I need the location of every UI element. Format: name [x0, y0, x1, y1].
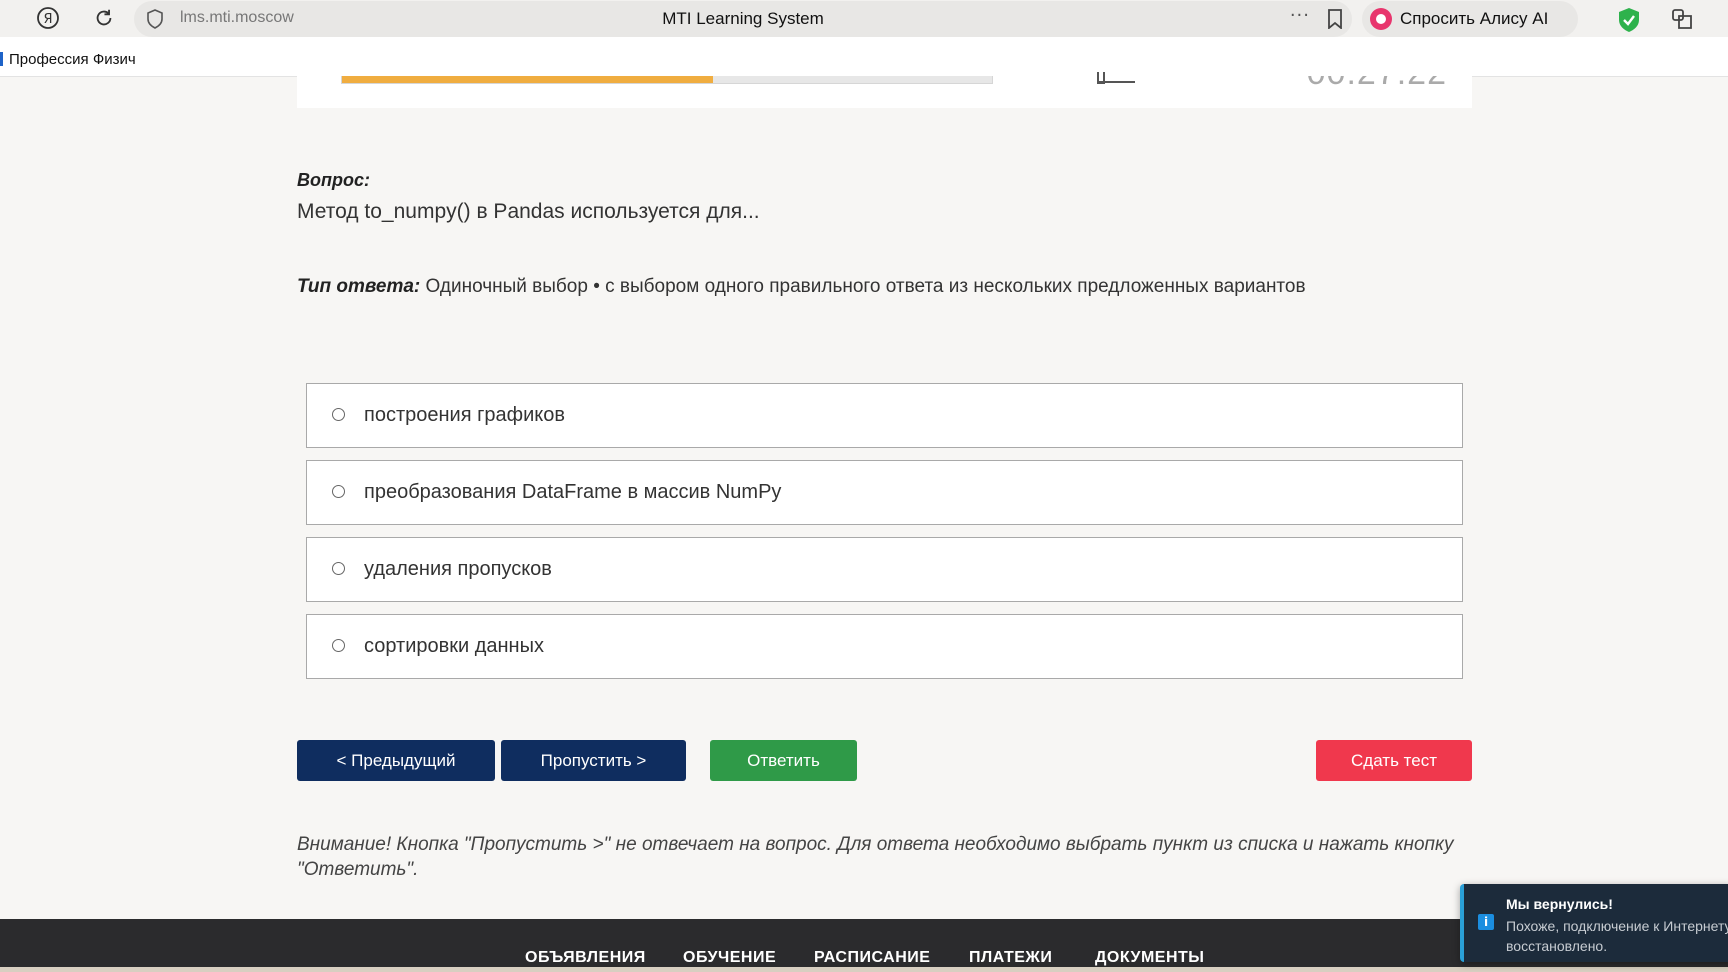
tab-title: MTI Learning System [662, 9, 824, 28]
ask-alice-button[interactable]: Спросить Алису AI [1362, 1, 1578, 37]
question-label: Вопрос: [297, 170, 370, 190]
radio-button[interactable] [332, 639, 345, 652]
answer-option[interactable]: удаления пропусков [306, 537, 1463, 602]
toast-text: Похоже, подключение к Интернету восстано… [1506, 918, 1728, 954]
option-label: удаления пропусков [364, 558, 552, 580]
radio-button[interactable] [332, 408, 345, 421]
bookmarks-bar: Профессия Физич [0, 37, 1728, 77]
info-icon: i [1478, 914, 1494, 930]
answer-option[interactable]: сортировки данных [306, 614, 1463, 679]
answer-type-text: Одиночный выбор • с выбором одного прави… [420, 276, 1306, 297]
footer-link-payments[interactable]: ПЛАТЕЖИ [969, 949, 1052, 967]
connection-toast[interactable]: i Мы вернулись! Похоже, подключение к Ин… [1460, 884, 1728, 962]
previous-button[interactable]: < Предыдущий [297, 740, 495, 781]
question-text: Метод to_numpy() в Pandas используется д… [297, 200, 760, 223]
submit-test-button[interactable]: Сдать тест [1316, 740, 1472, 781]
browser-toolbar: Я lms.mti.moscow MTI Learning System ···… [0, 0, 1728, 37]
footer-strip [0, 967, 1728, 972]
radio-button[interactable] [332, 562, 345, 575]
answer-type: Тип ответа: Одиночный выбор • с выбором … [297, 276, 1306, 298]
radio-button[interactable] [332, 485, 345, 498]
answer-option[interactable]: преобразования DataFrame в массив NumPy [306, 460, 1463, 525]
test-header: 00:27:22 [297, 72, 1472, 108]
address-bar[interactable]: lms.mti.moscow MTI Learning System ··· [134, 1, 1352, 37]
progress-fill [342, 76, 713, 83]
footer-link-announcements[interactable]: ОБЪЯВЛЕНИЯ [525, 949, 646, 967]
ask-alice-label: Спросить Алису AI [1400, 9, 1549, 28]
bookmark-item[interactable]: Профессия Физич [0, 51, 142, 68]
skip-warning: Внимание! Кнопка "Пропустить >" не отвеч… [297, 834, 1454, 880]
option-label: построения графиков [364, 404, 565, 426]
timer-icon [1097, 72, 1135, 84]
footer-link-documents[interactable]: ДОКУМЕНТЫ [1095, 949, 1204, 967]
protect-shield-icon[interactable] [1616, 6, 1642, 34]
alice-icon [1370, 8, 1392, 30]
answer-option[interactable]: построения графиков [306, 383, 1463, 448]
progress-bar [341, 76, 993, 84]
skip-button[interactable]: Пропустить > [501, 740, 686, 781]
toast-title: Мы вернулись! [1506, 896, 1613, 912]
svg-text:Я: Я [43, 12, 52, 27]
answer-options: построения графиков преобразования DataF… [306, 383, 1463, 691]
extensions-icon[interactable] [1670, 7, 1694, 31]
footer-link-schedule[interactable]: РАСПИСАНИЕ [814, 949, 930, 967]
more-menu-icon[interactable]: ··· [1290, 5, 1310, 26]
reload-icon[interactable] [90, 4, 118, 32]
answer-button[interactable]: Ответить [710, 740, 857, 781]
yandex-logo-icon[interactable]: Я [34, 4, 62, 32]
option-label: сортировки данных [364, 635, 544, 657]
footer-link-learning[interactable]: ОБУЧЕНИЕ [683, 949, 776, 967]
option-label: преобразования DataFrame в массив NumPy [364, 481, 782, 503]
bookmark-icon[interactable] [1326, 9, 1344, 29]
answer-type-label: Тип ответа: [297, 276, 421, 297]
